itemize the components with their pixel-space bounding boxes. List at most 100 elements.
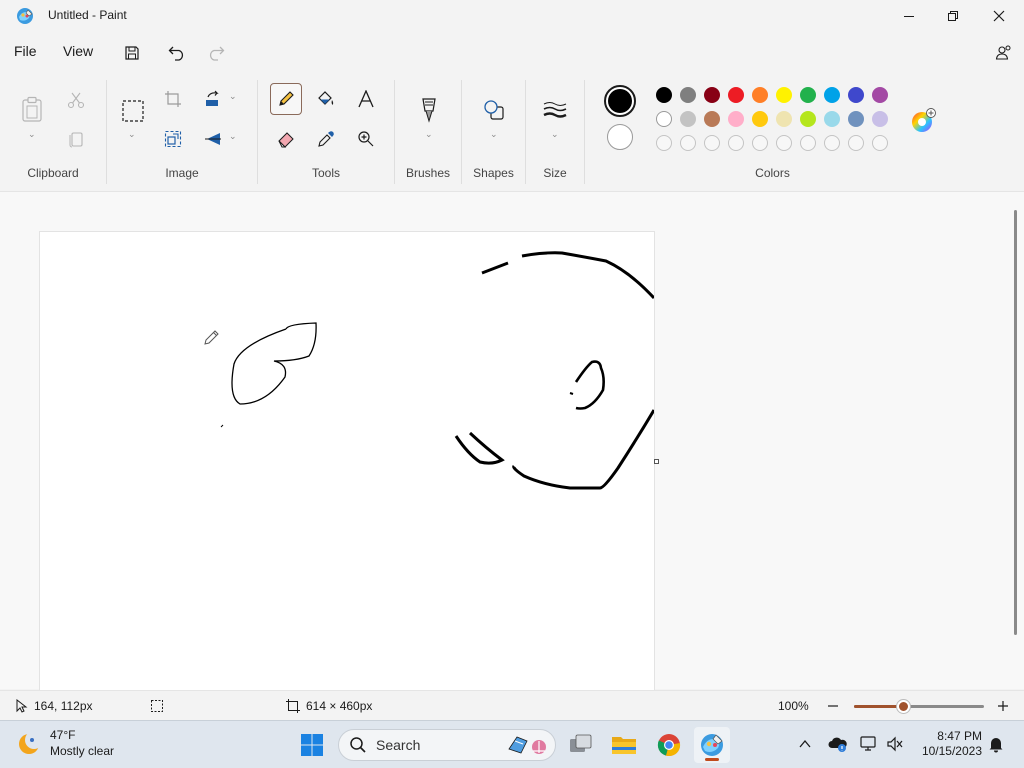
shapes-button[interactable] (478, 94, 510, 126)
color-swatch[interactable] (752, 111, 768, 127)
eraser-tool-button[interactable] (271, 124, 301, 154)
vertical-scrollbar[interactable] (1014, 210, 1017, 635)
maximize-button[interactable] (930, 0, 976, 32)
network-tray-button[interactable] (860, 736, 878, 755)
color-swatch[interactable] (800, 87, 816, 103)
taskbar-clock[interactable]: 8:47 PM 10/15/2023 (916, 729, 982, 759)
task-view-button[interactable] (563, 727, 599, 763)
paint-taskbar-button[interactable] (694, 727, 730, 763)
file-menu[interactable]: File (14, 43, 37, 59)
view-menu[interactable]: View (63, 43, 93, 59)
undo-button[interactable] (163, 40, 191, 66)
chrome-button[interactable] (651, 727, 687, 763)
color-swatch[interactable] (656, 87, 672, 103)
color-swatch[interactable] (824, 111, 840, 127)
color-swatch[interactable] (656, 111, 672, 127)
color-swatch[interactable] (752, 87, 768, 103)
canvas-resize-handle[interactable] (654, 459, 659, 464)
select-button[interactable] (117, 95, 149, 127)
resize-icon (164, 130, 182, 148)
taskbar-search-box[interactable]: Search (338, 729, 556, 761)
search-label: Search (376, 737, 421, 753)
color-swatch[interactable] (680, 111, 696, 127)
zoom-slider-thumb[interactable] (897, 700, 910, 713)
color-swatch[interactable] (848, 87, 864, 103)
save-icon (125, 46, 139, 60)
color-swatch[interactable] (824, 87, 840, 103)
redo-button[interactable] (202, 40, 230, 66)
color-swatch[interactable] (872, 87, 888, 103)
color-swatch[interactable] (704, 87, 720, 103)
zoom-out-button[interactable] (826, 699, 840, 713)
file-explorer-button[interactable] (606, 727, 642, 763)
brush-icon (422, 98, 436, 123)
color-picker-button[interactable] (311, 124, 341, 154)
color2-swatch[interactable] (607, 124, 633, 150)
zoom-in-button[interactable] (996, 699, 1010, 713)
color-swatch[interactable] (728, 87, 744, 103)
magnifier-button[interactable] (351, 124, 381, 154)
color-swatch[interactable] (800, 111, 816, 127)
rotate-button[interactable] (198, 84, 228, 114)
cut-button[interactable] (61, 85, 91, 115)
chevron-down-icon[interactable]: ⌄ (128, 129, 136, 140)
onedrive-tray-button[interactable] (828, 736, 848, 755)
color-swatch[interactable] (776, 87, 792, 103)
close-button[interactable] (976, 0, 1022, 32)
resize-button[interactable] (158, 124, 188, 154)
custom-color-slot[interactable] (776, 135, 792, 151)
custom-color-slot[interactable] (872, 135, 888, 151)
save-button[interactable] (118, 40, 146, 66)
chevron-down-icon[interactable]: ⌄ (425, 129, 433, 140)
weather-description: Mostly clear (50, 744, 115, 758)
custom-color-slot[interactable] (704, 135, 720, 151)
size-button[interactable] (539, 94, 571, 126)
start-button[interactable] (294, 727, 330, 763)
pencil-icon (279, 91, 294, 106)
zoom-slider[interactable] (854, 700, 984, 713)
search-highlight-icon (508, 736, 546, 754)
crop-button[interactable] (158, 84, 188, 114)
weather-temp: 47°F (50, 728, 76, 742)
color-swatch[interactable] (776, 111, 792, 127)
chevron-down-icon[interactable]: ⌄ (229, 131, 237, 142)
color1-swatch[interactable] (604, 85, 636, 117)
custom-color-slot[interactable] (848, 135, 864, 151)
chevron-down-icon[interactable]: ⌄ (490, 129, 498, 140)
color-swatch[interactable] (848, 111, 864, 127)
account-button[interactable] (990, 40, 1018, 66)
fill-tool-button[interactable] (311, 84, 341, 114)
text-tool-button[interactable] (351, 84, 381, 114)
custom-color-slot[interactable] (656, 135, 672, 151)
brushes-button[interactable] (413, 94, 445, 126)
chevron-down-icon[interactable]: ⌄ (28, 129, 36, 140)
chevron-down-icon[interactable]: ⌄ (229, 91, 237, 102)
notifications-button[interactable] (988, 735, 1004, 756)
show-hidden-icons-button[interactable] (798, 737, 812, 754)
bell-icon (989, 738, 1003, 753)
clipboard-label: Clipboard (27, 166, 79, 180)
custom-color-slot[interactable] (824, 135, 840, 151)
color-swatch[interactable] (728, 111, 744, 127)
pencil-tool-button[interactable] (270, 83, 302, 115)
task-view-icon (570, 734, 592, 752)
color-swatch[interactable] (872, 111, 888, 127)
chevron-up-icon (799, 739, 811, 748)
drawing-canvas[interactable] (40, 232, 654, 690)
minus-icon (828, 705, 838, 707)
cursor-arrow-icon (16, 699, 28, 713)
flip-button[interactable] (198, 124, 228, 154)
custom-color-slot[interactable] (680, 135, 696, 151)
custom-color-slot[interactable] (800, 135, 816, 151)
custom-color-slot[interactable] (752, 135, 768, 151)
custom-color-slot[interactable] (728, 135, 744, 151)
paste-button[interactable] (17, 94, 47, 124)
color-swatch[interactable] (680, 87, 696, 103)
copy-button[interactable] (61, 124, 91, 154)
edit-colors-button[interactable] (910, 108, 936, 134)
minimize-button[interactable] (886, 0, 932, 32)
zoom-percent[interactable]: 100% (778, 699, 809, 713)
chevron-down-icon[interactable]: ⌄ (551, 129, 559, 140)
volume-tray-button[interactable] (886, 736, 904, 755)
color-swatch[interactable] (704, 111, 720, 127)
